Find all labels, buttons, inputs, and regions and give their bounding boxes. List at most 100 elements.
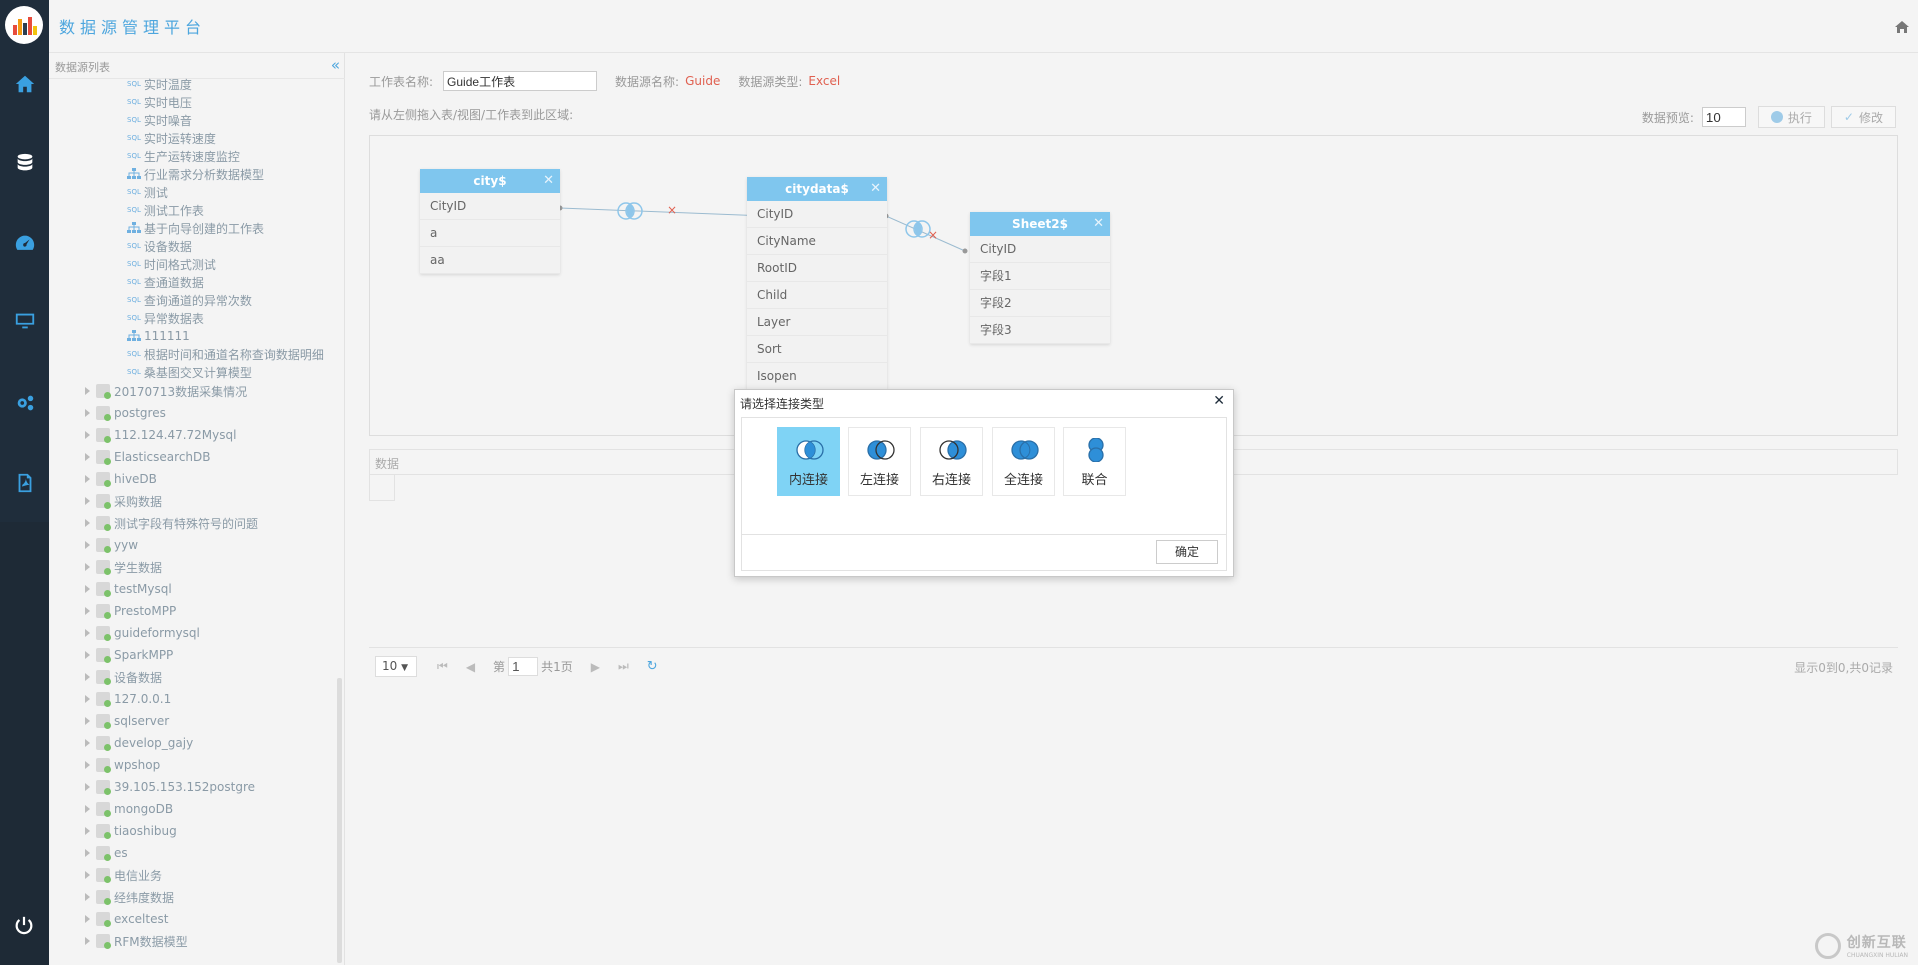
expand-arrow-icon[interactable] bbox=[85, 475, 90, 483]
datasource-node[interactable]: 采购数据 bbox=[85, 492, 162, 510]
expand-arrow-icon[interactable] bbox=[85, 497, 90, 505]
tree-item[interactable]: SQL 实时噪音 bbox=[127, 111, 192, 129]
last-page-icon[interactable]: ⏭ bbox=[618, 659, 629, 674]
expand-arrow-icon[interactable] bbox=[85, 695, 90, 703]
collapse-icon[interactable]: « bbox=[331, 56, 340, 74]
inner-join-option[interactable]: 内连接 bbox=[777, 427, 840, 496]
datasource-node[interactable]: 20170713数据采集情况 bbox=[85, 382, 247, 400]
full-join-option[interactable]: 全连接 bbox=[992, 427, 1055, 496]
inner-join-icon[interactable] bbox=[616, 201, 644, 221]
datasource-node[interactable]: develop_gajy bbox=[85, 734, 193, 752]
expand-arrow-icon[interactable] bbox=[85, 827, 90, 835]
table-field[interactable]: Sort bbox=[747, 336, 887, 363]
datasource-node[interactable]: RFM数据模型 bbox=[85, 932, 188, 950]
table-card[interactable]: city$ ✕ CityID a aa bbox=[420, 169, 560, 274]
home-icon[interactable] bbox=[1894, 20, 1910, 34]
table-field[interactable]: 字段3 bbox=[970, 317, 1110, 344]
modify-button[interactable]: ✓ 修改 bbox=[1830, 106, 1896, 128]
tree-item[interactable]: SQL 生产运转速度监控 bbox=[127, 147, 240, 165]
datasource-node[interactable]: 经纬度数据 bbox=[85, 888, 174, 906]
pdf-icon[interactable] bbox=[12, 470, 37, 495]
home-icon[interactable] bbox=[12, 71, 37, 96]
dashboard-icon[interactable] bbox=[12, 230, 37, 255]
tree-item[interactable]: 基于向导创建的工作表 bbox=[127, 219, 264, 237]
datasource-node[interactable]: hiveDB bbox=[85, 470, 157, 488]
expand-arrow-icon[interactable] bbox=[85, 717, 90, 725]
tree-item[interactable]: 111111 bbox=[127, 327, 190, 345]
remove-table-icon[interactable]: ✕ bbox=[870, 177, 881, 201]
datasource-node[interactable]: es bbox=[85, 844, 128, 862]
table-field[interactable]: 字段1 bbox=[970, 263, 1110, 290]
tree-item[interactable]: SQL 桑基图交叉计算模型 bbox=[127, 363, 252, 381]
expand-arrow-icon[interactable] bbox=[85, 431, 90, 439]
datasource-node[interactable]: SparkMPP bbox=[85, 646, 173, 664]
tree-item[interactable]: SQL 实时运转速度 bbox=[127, 129, 216, 147]
table-field[interactable]: 字段2 bbox=[970, 290, 1110, 317]
table-field[interactable]: CityName bbox=[747, 228, 887, 255]
expand-arrow-icon[interactable] bbox=[85, 673, 90, 681]
expand-arrow-icon[interactable] bbox=[85, 387, 90, 395]
database-icon[interactable] bbox=[12, 150, 37, 175]
panel-scrollbar[interactable] bbox=[337, 678, 342, 963]
tree-item[interactable]: SQL 测试工作表 bbox=[127, 201, 204, 219]
datasource-node[interactable]: guideformysql bbox=[85, 624, 200, 642]
right-join-option[interactable]: 右连接 bbox=[920, 427, 983, 496]
table-field[interactable]: CityID bbox=[747, 201, 887, 228]
remove-table-icon[interactable]: ✕ bbox=[543, 169, 554, 193]
datasource-node[interactable]: PrestoMPP bbox=[85, 602, 176, 620]
table-field[interactable]: aa bbox=[420, 247, 560, 274]
remove-table-icon[interactable]: ✕ bbox=[1093, 212, 1104, 236]
table-header[interactable]: Sheet2$ ✕ bbox=[970, 212, 1110, 236]
close-icon[interactable]: ✕ bbox=[1213, 393, 1225, 409]
datasource-node[interactable]: testMysql bbox=[85, 580, 172, 598]
expand-arrow-icon[interactable] bbox=[85, 849, 90, 857]
datasource-node[interactable]: 127.0.0.1 bbox=[85, 690, 171, 708]
datasource-node[interactable]: mongoDB bbox=[85, 800, 173, 818]
left-join-option[interactable]: 左连接 bbox=[848, 427, 911, 496]
sheet-name-input[interactable] bbox=[443, 71, 598, 91]
settings-icon[interactable] bbox=[12, 390, 37, 415]
page-size-select[interactable]: 10 ▼ bbox=[375, 656, 417, 677]
datasource-node[interactable]: sqlserver bbox=[85, 712, 169, 730]
confirm-button[interactable]: 确定 bbox=[1156, 540, 1218, 564]
tree-item[interactable]: SQL 根据时间和通道名称查询数据明细 bbox=[127, 345, 324, 363]
table-field[interactable]: CityID bbox=[970, 236, 1110, 263]
refresh-icon[interactable]: ↻ bbox=[647, 659, 658, 674]
datasource-node[interactable]: 设备数据 bbox=[85, 668, 162, 686]
datasource-node[interactable]: tiaoshibug bbox=[85, 822, 177, 840]
expand-arrow-icon[interactable] bbox=[85, 563, 90, 571]
union-option[interactable]: 联合 bbox=[1063, 427, 1126, 496]
datasource-node[interactable]: 39.105.153.152postgre bbox=[85, 778, 255, 796]
tree-item[interactable]: 行业需求分析数据模型 bbox=[127, 165, 264, 183]
table-field[interactable]: RootID bbox=[747, 255, 887, 282]
remove-link-icon[interactable]: × bbox=[928, 228, 938, 242]
table-card[interactable]: citydata$ ✕ CityID CityName RootID Child Layer… bbox=[747, 177, 887, 390]
tree-item[interactable]: SQL 查询通道的异常次数 bbox=[127, 291, 252, 309]
tree-item[interactable]: SQL 设备数据 bbox=[127, 237, 192, 255]
expand-arrow-icon[interactable] bbox=[85, 761, 90, 769]
expand-arrow-icon[interactable] bbox=[85, 607, 90, 615]
preview-count-input[interactable] bbox=[1701, 107, 1746, 127]
datasource-node[interactable]: 电信业务 bbox=[85, 866, 162, 884]
prev-page-icon[interactable]: ◀ bbox=[466, 660, 475, 674]
expand-arrow-icon[interactable] bbox=[85, 893, 90, 901]
table-field[interactable]: Isopen bbox=[747, 363, 887, 390]
expand-arrow-icon[interactable] bbox=[85, 915, 90, 923]
first-page-icon[interactable]: ⏮ bbox=[437, 659, 448, 674]
expand-arrow-icon[interactable] bbox=[85, 629, 90, 637]
table-field[interactable]: a bbox=[420, 220, 560, 247]
app-logo[interactable] bbox=[5, 6, 43, 44]
tree-item[interactable]: SQL 实时电压 bbox=[127, 93, 192, 111]
remove-link-icon[interactable]: × bbox=[667, 203, 677, 217]
expand-arrow-icon[interactable] bbox=[85, 805, 90, 813]
tree-item[interactable]: SQL 异常数据表 bbox=[127, 309, 204, 327]
expand-arrow-icon[interactable] bbox=[85, 409, 90, 417]
expand-arrow-icon[interactable] bbox=[85, 519, 90, 527]
datasource-node[interactable]: wpshop bbox=[85, 756, 160, 774]
expand-arrow-icon[interactable] bbox=[85, 871, 90, 879]
execute-button[interactable]: 执行 bbox=[1757, 106, 1825, 128]
tree-item[interactable]: SQL 查通道数据 bbox=[127, 273, 204, 291]
expand-arrow-icon[interactable] bbox=[85, 541, 90, 549]
expand-arrow-icon[interactable] bbox=[85, 453, 90, 461]
datasource-node[interactable]: ElasticsearchDB bbox=[85, 448, 211, 466]
